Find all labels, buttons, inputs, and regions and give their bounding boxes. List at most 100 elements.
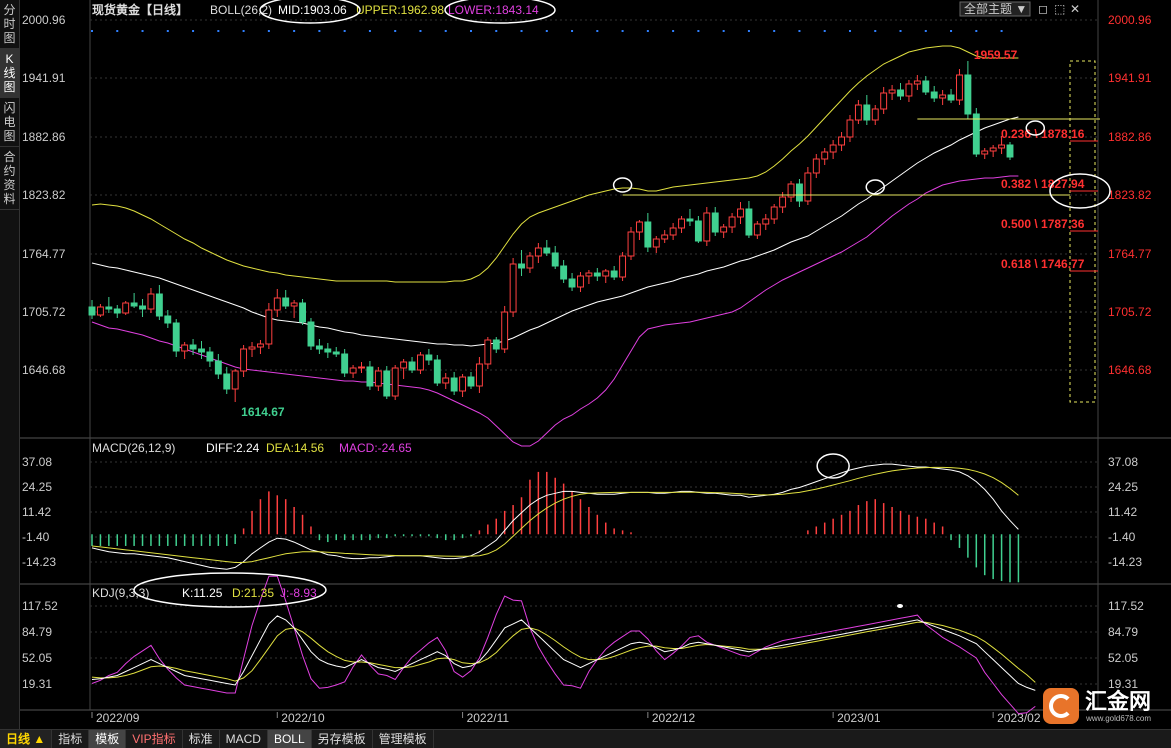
- tab-timeshare[interactable]: 分时图: [0, 0, 19, 49]
- signal-dot: [394, 30, 397, 32]
- candle-body: [585, 272, 593, 277]
- candle-body: [821, 151, 829, 160]
- macd-tick-left: 11.42: [22, 505, 51, 519]
- candle-body: [753, 223, 761, 236]
- candle-body: [425, 354, 433, 361]
- candle-body: [796, 183, 803, 202]
- candle-body: [846, 119, 854, 138]
- boll-legend-item: MID:1903.06: [278, 3, 347, 17]
- macd-tick-left: 24.25: [22, 480, 52, 494]
- kdj-tick-right: 84.79: [1108, 625, 1138, 639]
- signal-dot: [646, 30, 649, 32]
- tab-boll[interactable]: BOLL: [267, 730, 312, 748]
- candle-body: [905, 83, 913, 97]
- logo-name: 汇金网: [1085, 688, 1152, 714]
- signal-dot: [192, 30, 195, 32]
- candle-body: [181, 344, 189, 352]
- annotation-circle: [612, 177, 633, 193]
- boll-legend-item: LOWER:1843.14: [448, 3, 539, 17]
- candle-body: [888, 89, 896, 94]
- x-axis-tick-label: 2022/09: [96, 711, 140, 725]
- candle-body: [282, 297, 290, 307]
- candle-body: [829, 144, 837, 153]
- signal-dot: [116, 30, 119, 32]
- window-control-icon: ◻: [1038, 2, 1048, 16]
- signal-dot: [798, 30, 801, 32]
- candle-body: [922, 80, 930, 93]
- price-tick-left: 1764.77: [22, 247, 66, 261]
- candle-body: [408, 361, 416, 371]
- macd-annotation-circle: [816, 453, 850, 479]
- candle-body: [694, 220, 702, 242]
- candle-body: [981, 150, 989, 155]
- candle-body: [400, 361, 408, 369]
- candle-body: [417, 354, 424, 371]
- signal-dot: [874, 30, 877, 32]
- candle-body: [534, 247, 542, 257]
- candle-body: [602, 270, 610, 277]
- candle-body: [96, 306, 104, 316]
- candle-body: [433, 359, 441, 384]
- low-price-label: 1614.67: [241, 405, 285, 419]
- candle-body: [762, 218, 770, 225]
- tab-manage-template[interactable]: 管理模板: [373, 730, 434, 748]
- candle-body: [1006, 144, 1014, 158]
- macd-tick-right: -14.23: [1108, 555, 1142, 569]
- bottom-toolbar: 日线 ▲ 指标 模板 VIP指标 标准 MACD BOLL 另存模板 管理模板: [0, 729, 1171, 748]
- candle-body: [947, 94, 955, 101]
- tab-standard[interactable]: 标准: [183, 730, 220, 748]
- candle-body: [459, 376, 467, 392]
- tab-save-template[interactable]: 另存模板: [312, 730, 373, 748]
- candle-body: [88, 306, 96, 316]
- candle-body: [930, 91, 938, 99]
- signal-dot: [1000, 30, 1003, 32]
- candle-body: [854, 104, 862, 121]
- candle-body: [113, 308, 121, 314]
- tab-macd[interactable]: MACD: [220, 730, 268, 748]
- tab-kline[interactable]: K线图: [0, 49, 19, 98]
- tab-contract[interactable]: 合约资料: [0, 147, 19, 210]
- tab-indicator[interactable]: 指标: [52, 730, 90, 748]
- candle-body: [492, 339, 500, 350]
- candle-body: [998, 144, 1006, 149]
- price-tick-right: 1941.91: [1108, 71, 1152, 85]
- candle-body: [273, 297, 281, 311]
- period-selector[interactable]: 日线 ▲: [0, 730, 53, 748]
- kdj-legend-item: J:-8.93: [280, 586, 317, 600]
- tab-flash[interactable]: 闪电图: [0, 98, 19, 147]
- kdj-tick-left: 52.05: [22, 651, 52, 665]
- candle-body: [686, 218, 694, 222]
- candle-body: [139, 305, 146, 310]
- candle-body: [349, 367, 357, 374]
- candle-body: [593, 272, 601, 277]
- fib-level-label: 0.382 \ 1827.94: [1001, 177, 1085, 191]
- boll-lower-line: [91, 175, 1019, 447]
- high-price-label: 1959.57: [974, 48, 1018, 62]
- candle-body: [256, 343, 264, 348]
- candle-body: [728, 216, 736, 228]
- kdj-tick-left: 19.31: [22, 677, 52, 691]
- theme-select-label: 全部主题 ▼: [964, 1, 1027, 16]
- candle-body: [972, 113, 980, 155]
- signal-dot: [697, 30, 700, 32]
- x-axis-tick-label: 2022/11: [467, 711, 510, 725]
- kdj-tick-left: 117.52: [22, 599, 58, 613]
- candle-body: [189, 344, 197, 350]
- signal-dot: [621, 30, 624, 32]
- candle-body: [661, 234, 669, 240]
- tab-vip-indicator[interactable]: VIP指标: [126, 730, 183, 748]
- tab-template[interactable]: 模板: [89, 730, 127, 748]
- sidebar: 分时图 K线图 闪电图 合约资料: [0, 0, 20, 729]
- candle-body: [147, 293, 155, 310]
- candle-body: [551, 252, 559, 267]
- candle-body: [240, 348, 248, 372]
- candle-body: [560, 265, 568, 280]
- candle-body: [231, 370, 239, 390]
- macd-tick-right: 37.08: [1108, 455, 1138, 469]
- signal-dot: [773, 30, 776, 32]
- price-tick-right: 2000.96: [1108, 13, 1152, 27]
- candle-body: [964, 74, 972, 115]
- price-tick-right: 1764.77: [1108, 247, 1152, 261]
- candle-body: [644, 221, 652, 248]
- kdj-tick-right: 52.05: [1108, 651, 1138, 665]
